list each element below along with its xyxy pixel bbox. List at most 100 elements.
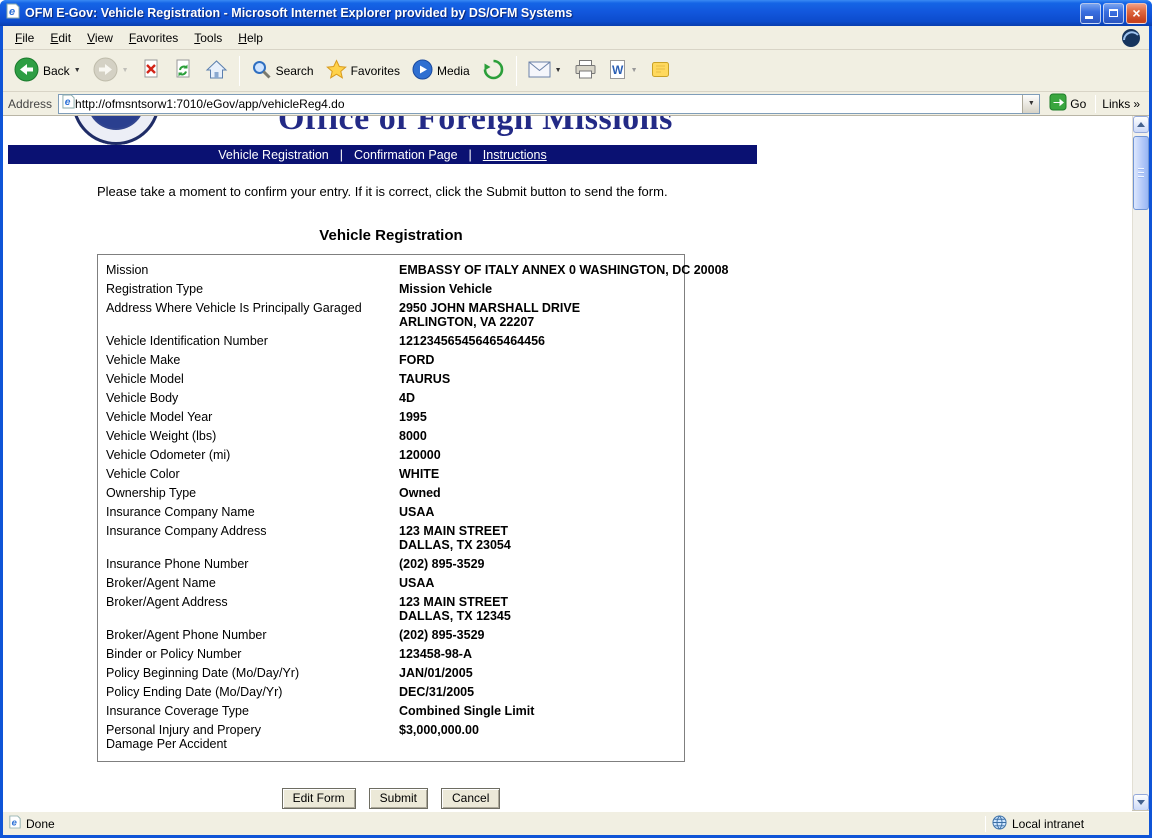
table-row: Binder or Policy Number 123458-98-A <box>106 644 676 663</box>
menu-favorites[interactable]: Favorites <box>121 28 186 48</box>
cancel-button[interactable]: Cancel <box>441 788 500 809</box>
field-value: 2950 JOHN MARSHALL DRIVE ARLINGTON, VA 2… <box>399 301 580 329</box>
table-row: Vehicle Identification Number 1212345654… <box>106 331 676 350</box>
refresh-icon <box>173 58 193 83</box>
nav-instructions-link[interactable]: Instructions <box>474 148 556 162</box>
menu-tools[interactable]: Tools <box>186 28 230 48</box>
history-icon <box>482 58 505 84</box>
field-value: WHITE <box>399 467 439 481</box>
table-row: Vehicle Make FORD <box>106 350 676 369</box>
field-value: (202) 895-3529 <box>399 557 484 571</box>
edit-with-word-button[interactable]: W ▼ <box>604 56 643 86</box>
field-value: FORD <box>399 353 434 367</box>
window-title: OFM E-Gov: Vehicle Registration - Micros… <box>25 6 1075 20</box>
nav-vehicle-registration: Vehicle Registration <box>209 148 337 162</box>
messenger-icon <box>650 59 671 83</box>
search-button[interactable]: Search <box>246 56 319 86</box>
close-button[interactable]: × <box>1126 3 1147 24</box>
minimize-icon <box>1085 16 1093 19</box>
field-label: Personal Injury and Propery Damage Per A… <box>106 723 399 751</box>
page-favicon: e <box>62 94 75 114</box>
media-icon <box>412 59 433 83</box>
field-value: 123 MAIN STREET DALLAS, TX 23054 <box>399 524 511 552</box>
links-button[interactable]: Links » <box>1102 97 1144 111</box>
back-dropdown-icon[interactable]: ▼ <box>74 67 81 74</box>
close-icon: × <box>1132 6 1140 20</box>
status-separator <box>985 816 986 832</box>
search-icon <box>251 59 272 83</box>
messenger-button[interactable] <box>645 56 676 86</box>
forward-button[interactable]: ▼ <box>88 54 134 88</box>
title-bar: e OFM E-Gov: Vehicle Registration - Micr… <box>0 0 1152 26</box>
page-viewport: Office of Foreign Missions Vehicle Regis… <box>3 116 1132 811</box>
home-button[interactable] <box>200 56 233 86</box>
forward-dropdown-icon[interactable]: ▼ <box>122 67 129 74</box>
stop-button[interactable] <box>136 55 166 86</box>
confirmation-intro-text: Please take a moment to confirm your ent… <box>97 184 1132 199</box>
toolbar-separator <box>516 56 517 86</box>
media-button[interactable]: Media <box>407 56 475 86</box>
field-value: JAN/01/2005 <box>399 666 473 680</box>
field-label: Policy Beginning Date (Mo/Day/Yr) <box>106 666 399 680</box>
minimize-button[interactable] <box>1080 3 1101 24</box>
edit-dropdown-icon[interactable]: ▼ <box>631 67 638 74</box>
status-bar: e Done Local intranet <box>3 811 1149 835</box>
field-label: Binder or Policy Number <box>106 647 399 661</box>
mail-dropdown-icon[interactable]: ▼ <box>555 67 562 74</box>
nav-confirmation-page: Confirmation Page <box>345 148 467 162</box>
field-label: Vehicle Identification Number <box>106 334 399 348</box>
field-label: Insurance Company Address <box>106 524 399 538</box>
field-value: USAA <box>399 576 434 590</box>
scrollbar-thumb[interactable] <box>1133 136 1149 210</box>
edit-word-icon: W <box>609 59 627 83</box>
mail-icon <box>528 61 551 81</box>
field-value: 121234565456465464456 <box>399 334 545 348</box>
address-separator <box>1095 95 1096 113</box>
submit-button[interactable]: Submit <box>369 788 428 809</box>
print-icon <box>574 59 597 83</box>
field-label: Address Where Vehicle Is Principally Gar… <box>106 301 399 315</box>
field-value: TAURUS <box>399 372 450 386</box>
field-label: Insurance Phone Number <box>106 557 399 571</box>
menu-edit[interactable]: Edit <box>42 28 79 48</box>
table-row: Insurance Company Address 123 MAIN STREE… <box>106 521 676 554</box>
print-button[interactable] <box>569 56 602 86</box>
field-value: Combined Single Limit <box>399 704 534 718</box>
address-label: Address <box>8 97 52 111</box>
forward-icon <box>93 57 118 85</box>
status-page-icon: e <box>9 815 21 832</box>
scroll-down-button[interactable] <box>1133 794 1149 811</box>
field-label: Registration Type <box>106 282 399 296</box>
field-value: EMBASSY OF ITALY ANNEX 0 WASHINGTON, DC … <box>399 263 728 277</box>
back-button[interactable]: Back ▼ <box>9 54 86 88</box>
address-input[interactable] <box>75 96 1022 112</box>
history-button[interactable] <box>477 55 510 87</box>
field-label: Mission <box>106 263 399 277</box>
field-value: USAA <box>399 505 434 519</box>
scroll-up-button[interactable] <box>1133 116 1149 133</box>
edit-form-button[interactable]: Edit Form <box>282 788 356 809</box>
table-row: Vehicle Model Year 1995 <box>106 407 676 426</box>
menu-view[interactable]: View <box>79 28 121 48</box>
refresh-button[interactable] <box>168 55 198 86</box>
table-row: Vehicle Model TAURUS <box>106 369 676 388</box>
field-label: Broker/Agent Address <box>106 595 399 609</box>
back-label: Back <box>43 64 70 78</box>
links-label: Links <box>1102 97 1130 111</box>
menu-help[interactable]: Help <box>230 28 271 48</box>
site-title: Office of Foreign Missions <box>278 116 673 138</box>
favorites-star-icon <box>326 59 347 83</box>
field-label: Broker/Agent Name <box>106 576 399 590</box>
mail-button[interactable]: ▼ <box>523 58 567 84</box>
go-button[interactable]: Go <box>1046 93 1089 114</box>
favorites-button[interactable]: Favorites <box>321 56 405 86</box>
table-row: Broker/Agent Phone Number (202) 895-3529 <box>106 625 676 644</box>
field-label: Insurance Company Name <box>106 505 399 519</box>
address-dropdown-icon[interactable]: ▼ <box>1022 95 1039 113</box>
menu-bar: File Edit View Favorites Tools Help <box>3 26 1149 50</box>
vertical-scrollbar[interactable] <box>1132 116 1149 811</box>
field-value: 4D <box>399 391 415 405</box>
maximize-button[interactable] <box>1103 3 1124 24</box>
menu-file[interactable]: File <box>7 28 42 48</box>
table-row: Vehicle Weight (lbs) 8000 <box>106 426 676 445</box>
